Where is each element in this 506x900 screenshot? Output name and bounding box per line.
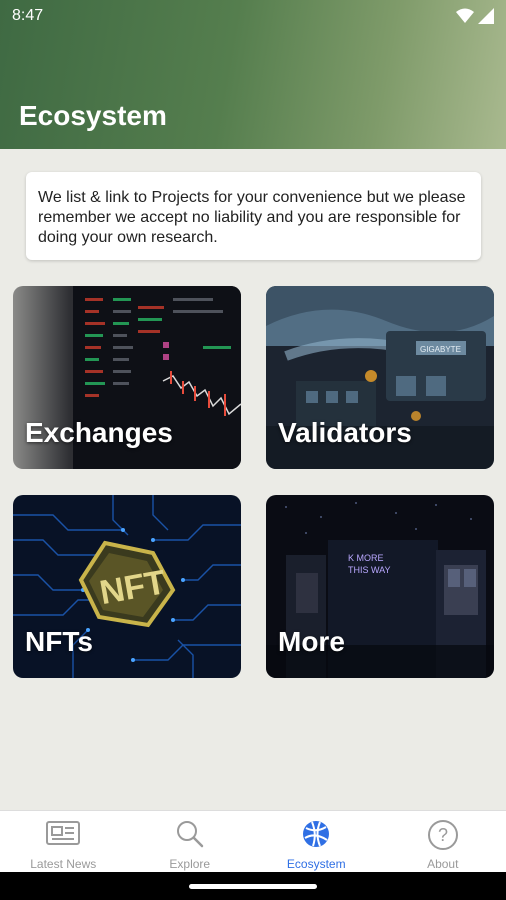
- globe-icon: [303, 821, 330, 847]
- wifi-icon: [456, 8, 474, 23]
- svg-text:THIS WAY: THIS WAY: [348, 565, 391, 575]
- nav-latest-news[interactable]: Latest News: [0, 811, 127, 872]
- svg-text:K MORE: K MORE: [348, 553, 384, 563]
- signal-icon: [478, 8, 494, 24]
- tile-more[interactable]: K MORE THIS WAY More: [266, 495, 494, 678]
- svg-text:GIGABYTE: GIGABYTE: [420, 345, 461, 354]
- app-header: 8:47 Ecosystem: [0, 0, 506, 149]
- nav-label: Latest News: [30, 857, 97, 871]
- nav-label: Explore: [169, 857, 211, 871]
- status-time: 8:47: [12, 7, 44, 24]
- status-icons: [456, 8, 494, 24]
- page-title: Ecosystem: [19, 100, 167, 131]
- tile-validators[interactable]: GIGABYTE Validators: [266, 286, 494, 469]
- search-icon: [176, 821, 203, 848]
- nav-about[interactable]: ? About: [380, 811, 506, 872]
- home-indicator[interactable]: [189, 884, 317, 889]
- newspaper-icon: [46, 821, 81, 845]
- question-circle-icon: ?: [427, 820, 458, 850]
- tile-label: Validators: [278, 417, 412, 448]
- tile-exchanges[interactable]: Exchanges: [13, 286, 241, 469]
- tile-label: More: [278, 626, 345, 657]
- svg-text:?: ?: [438, 825, 448, 845]
- disclaimer-text: We list & link to Projects for your conv…: [38, 189, 466, 246]
- nav-ecosystem[interactable]: Ecosystem: [253, 811, 380, 872]
- disclaimer-card: We list & link to Projects for your conv…: [26, 172, 481, 260]
- nav-label: Ecosystem: [286, 857, 346, 871]
- nav-label: About: [427, 857, 459, 871]
- nav-explore[interactable]: Explore: [127, 811, 254, 872]
- tile-label: NFTs: [25, 626, 93, 657]
- tile-nfts[interactable]: NFT NFTs: [13, 495, 241, 678]
- status-bar: 8:47: [0, 0, 506, 32]
- bottom-nav: Latest News Explore Ecosystem ? About: [0, 810, 506, 872]
- tile-label: Exchanges: [25, 417, 173, 448]
